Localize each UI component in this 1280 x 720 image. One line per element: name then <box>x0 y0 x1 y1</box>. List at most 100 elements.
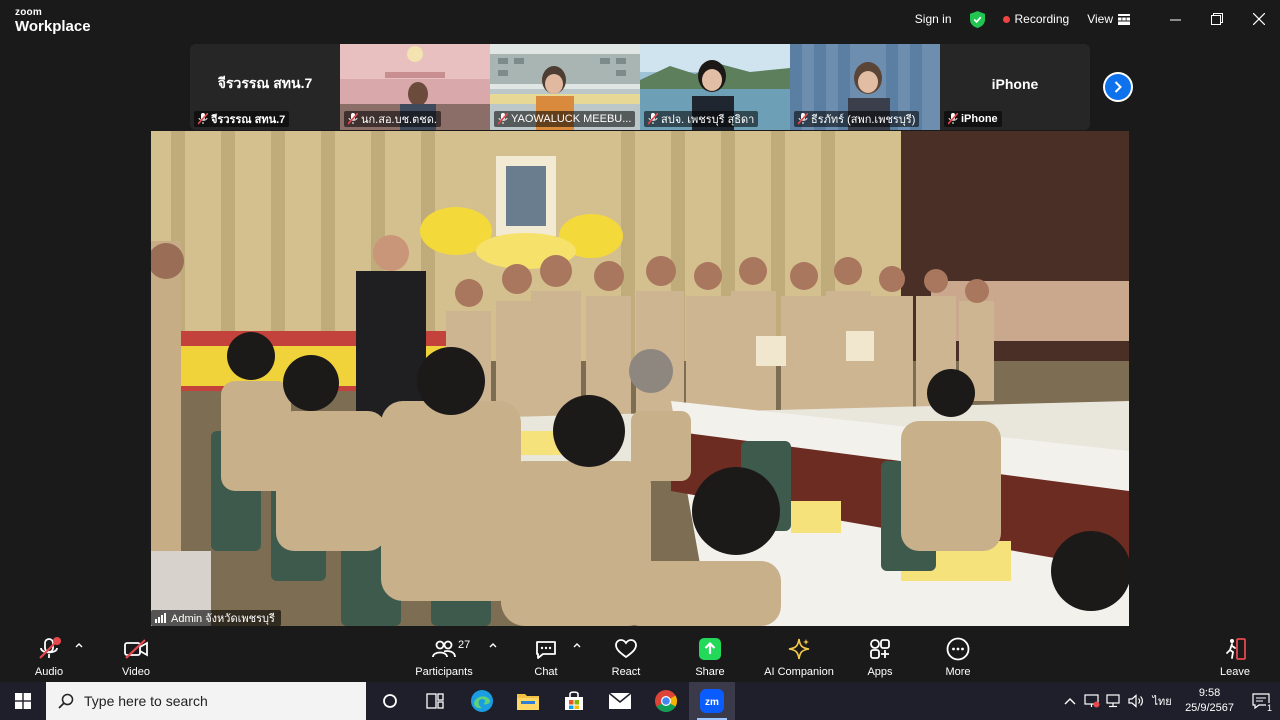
task-view-cortana-button[interactable] <box>367 682 413 720</box>
taskbar-store[interactable] <box>551 682 597 720</box>
close-button[interactable] <box>1238 0 1280 38</box>
clock-time: 9:58 <box>1198 687 1221 699</box>
leave-label: Leave <box>1220 666 1250 678</box>
share-button[interactable]: Share <box>692 627 728 682</box>
meeting-room-scene <box>151 131 1129 626</box>
share-screen-icon <box>699 638 721 660</box>
sparkle-icon <box>788 638 810 660</box>
store-bag-icon <box>565 691 583 710</box>
system-tray: ไทย 9:58 25/9/2567 1 <box>1059 682 1280 720</box>
taskbar-file-explorer[interactable] <box>505 682 551 720</box>
active-speaker-video[interactable] <box>151 131 1129 626</box>
participant-caption: YAOWALUCK MEEBU... <box>494 111 636 127</box>
participant-thumbnail[interactable]: จีรวรรณ สทน.7 จีรวรรณ สทน.7 <box>190 44 340 130</box>
recording-label: Recording <box>1014 12 1070 26</box>
more-button[interactable]: More <box>940 627 976 682</box>
security-status[interactable] <box>969 10 985 28</box>
input-language[interactable]: ไทย <box>1147 682 1177 720</box>
mic-muted-icon <box>798 113 808 125</box>
cortana-circle-icon <box>383 694 397 708</box>
participant-display-name: iPhone <box>991 76 1039 92</box>
minimize-button[interactable] <box>1154 0 1196 38</box>
audio-label: Audio <box>34 666 64 678</box>
apps-label: Apps <box>867 666 893 678</box>
taskbar-zoom[interactable]: zm <box>689 682 735 720</box>
taskbar-mail[interactable] <box>597 682 643 720</box>
video-label: Video <box>122 666 150 678</box>
shield-check-icon <box>969 10 985 28</box>
participant-thumbnail[interactable]: นก.สอ.บช.ตชด. <box>340 44 490 130</box>
participant-name: iPhone <box>961 113 998 125</box>
input-language-label: ไทย <box>1152 696 1172 708</box>
network-status[interactable] <box>1103 682 1125 720</box>
recording-dot-icon <box>1002 15 1010 23</box>
active-speaker-name: Admin จังหวัดเพชรบุรี <box>171 613 275 625</box>
video-off-icon <box>124 639 148 659</box>
participants-count: 27 <box>458 639 471 651</box>
search-input[interactable] <box>84 693 354 709</box>
task-view-button[interactable] <box>412 682 458 720</box>
next-page-button[interactable] <box>1103 72 1133 102</box>
mic-muted-icon <box>498 113 508 125</box>
participant-name: ธีรภัทร์ (สพก.เพชรบุรี) <box>811 114 916 126</box>
view-button[interactable]: View <box>1087 12 1130 26</box>
volume-control[interactable] <box>1125 682 1147 720</box>
tray-recording-status[interactable] <box>1081 682 1103 720</box>
restore-icon <box>1211 13 1223 25</box>
mic-muted-icon <box>648 113 658 125</box>
react-label: React <box>611 666 641 678</box>
grid-icon <box>1118 13 1130 25</box>
apps-button[interactable]: Apps <box>862 627 898 682</box>
chevron-right-icon <box>1114 81 1122 93</box>
zoom-workplace-logo: zoom Workplace <box>15 8 91 35</box>
chat-button[interactable]: Chat <box>530 627 562 682</box>
participant-thumbnail[interactable]: YAOWALUCK MEEBU... <box>490 44 640 130</box>
participant-caption: iPhone <box>944 111 1002 127</box>
chat-options-caret-icon[interactable] <box>572 640 582 650</box>
monitor-record-icon <box>1084 694 1100 708</box>
participant-thumbnail-strip: จีรวรรณ สทน.7 จีรวรรณ สทน.7 นก.สอ.บช.ตชด… <box>190 44 1090 130</box>
mail-icon <box>608 692 632 709</box>
start-button[interactable] <box>0 682 46 720</box>
network-icon <box>1106 694 1120 708</box>
participant-thumbnail[interactable]: ธีรภัทร์ (สพก.เพชรบุรี) <box>790 44 940 130</box>
taskbar-search-box[interactable] <box>46 682 366 720</box>
notification-count: 1 <box>1265 703 1273 713</box>
minimize-icon <box>1169 19 1181 20</box>
close-icon <box>1253 13 1265 25</box>
audio-options-caret-icon[interactable] <box>74 640 84 650</box>
taskbar-edge[interactable] <box>459 682 505 720</box>
mic-muted-icon <box>348 113 358 125</box>
restore-button[interactable] <box>1196 0 1238 38</box>
chat-icon <box>536 641 556 659</box>
participant-caption: จีรวรรณ สทน.7 <box>194 111 290 127</box>
ai-companion-button[interactable]: AI Companion <box>760 627 838 682</box>
react-button[interactable]: React <box>608 627 644 682</box>
folder-icon <box>517 694 539 710</box>
windows-logo-icon <box>15 693 31 709</box>
view-label: View <box>1087 12 1113 26</box>
notification-center-button[interactable]: 1 <box>1242 682 1280 720</box>
more-label: More <box>945 666 971 678</box>
participant-name: สปจ. เพชรบุรี สุธิดา <box>661 114 755 126</box>
active-speaker-label: Admin จังหวัดเพชรบุรี <box>151 610 281 626</box>
apps-icon <box>870 639 890 659</box>
audio-button[interactable]: Audio <box>30 627 68 682</box>
participants-options-caret-icon[interactable] <box>488 640 498 650</box>
participants-button[interactable]: Participants <box>412 627 476 682</box>
participant-thumbnail[interactable]: iPhone iPhone <box>940 44 1090 130</box>
video-button[interactable]: Video <box>116 627 156 682</box>
heart-icon <box>615 639 637 659</box>
leave-button[interactable]: Leave <box>1217 627 1253 682</box>
clock[interactable]: 9:58 25/9/2567 <box>1177 686 1242 716</box>
sign-in-button[interactable]: Sign in <box>915 12 952 26</box>
brand-workplace: Workplace <box>15 18 91 35</box>
show-hidden-icons-button[interactable] <box>1059 682 1081 720</box>
svg-text:zm: zm <box>705 697 719 708</box>
participant-caption: ธีรภัทร์ (สพก.เพชรบุรี) <box>794 111 920 127</box>
recording-indicator[interactable]: Recording <box>1002 12 1070 26</box>
participant-thumbnail[interactable]: สปจ. เพชรบุรี สุธิดา <box>640 44 790 130</box>
taskbar-chrome[interactable] <box>643 682 689 720</box>
share-label: Share <box>695 666 725 678</box>
mic-muted-icon <box>39 637 61 659</box>
